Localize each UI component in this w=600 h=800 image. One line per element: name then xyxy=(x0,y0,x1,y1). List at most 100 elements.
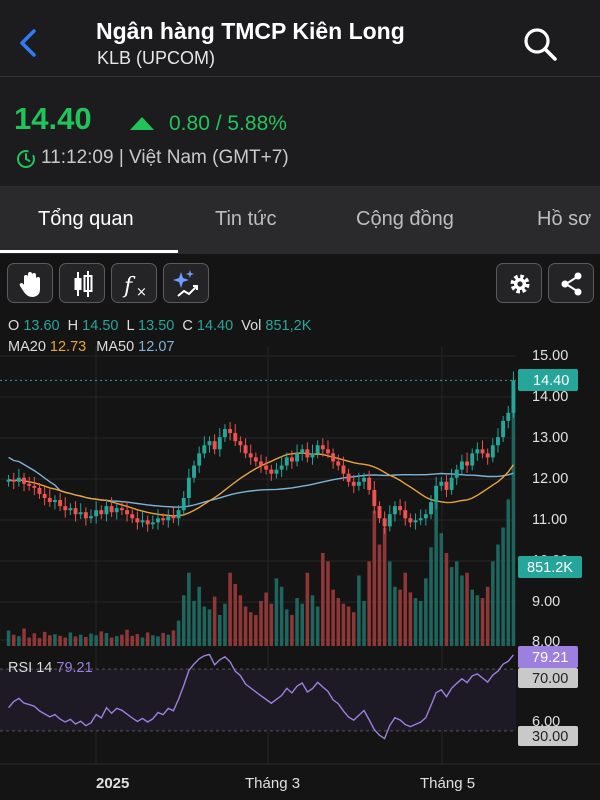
candle-body xyxy=(166,516,171,521)
volume-bar xyxy=(372,510,377,646)
candle-body xyxy=(253,457,258,462)
volume-bar xyxy=(130,635,134,646)
candle-body xyxy=(392,506,397,515)
candle-body xyxy=(42,493,47,498)
candle-body xyxy=(171,516,176,519)
volume-bar xyxy=(418,600,423,646)
volume-bar xyxy=(449,567,454,646)
volume-bar xyxy=(171,630,176,646)
candle-body xyxy=(511,380,516,413)
candle-body xyxy=(68,508,73,511)
volume-bar xyxy=(310,595,315,646)
volume-bar xyxy=(207,609,212,646)
candle-body xyxy=(501,420,506,438)
volume-bar xyxy=(228,572,232,646)
rsi-value-badge-text: 79.21 xyxy=(532,650,568,666)
volume-bar xyxy=(151,635,155,646)
volume-bar xyxy=(63,637,68,646)
volume-bar xyxy=(156,636,160,646)
tab-news[interactable]: Tin tức xyxy=(215,208,277,231)
candle-body xyxy=(506,412,511,421)
price-chart[interactable]: 15.0014.0013.0012.0011.0010.009.008.006.… xyxy=(0,254,600,800)
volume-bar xyxy=(32,633,37,646)
candle-body xyxy=(52,500,57,503)
volume-bar xyxy=(475,595,480,646)
candle-body xyxy=(217,437,222,450)
candle-body xyxy=(475,449,480,454)
volume-bar xyxy=(393,586,397,646)
candle-body xyxy=(73,508,78,515)
volume-bar xyxy=(125,629,129,646)
candle-body xyxy=(104,506,109,515)
last-volume-badge: 851.2K xyxy=(518,556,582,578)
candle-body xyxy=(109,506,114,513)
volume-bar xyxy=(439,533,444,646)
volume-bar xyxy=(269,603,274,646)
candle-body xyxy=(274,469,279,474)
tab-community[interactable]: Cộng đồng xyxy=(356,208,454,231)
volume-bar xyxy=(248,612,253,646)
volume-bar xyxy=(336,598,341,646)
tab-overview[interactable]: Tổng quan xyxy=(38,208,134,231)
rsi-label: RSI 14 xyxy=(8,660,53,676)
candle-body xyxy=(418,518,423,521)
candle-body xyxy=(6,479,11,482)
volume-bar xyxy=(331,589,335,646)
volume-bar xyxy=(326,561,330,646)
candle-body xyxy=(135,518,140,523)
candle-body xyxy=(356,481,361,486)
candle-body xyxy=(367,477,372,490)
volume-bar xyxy=(382,527,387,646)
candle-body xyxy=(346,473,351,482)
volume-bar xyxy=(315,606,320,646)
volume-bar xyxy=(470,589,474,646)
candle-body xyxy=(295,453,300,462)
candle-body xyxy=(99,510,104,515)
candle-body xyxy=(470,453,475,466)
volume-bar xyxy=(223,603,227,646)
volume-bar xyxy=(109,637,114,646)
volume-bar xyxy=(176,620,181,646)
candle-body xyxy=(94,510,99,517)
volume-bar xyxy=(181,595,186,646)
tab-profile[interactable]: Hồ sơ xyxy=(537,208,591,231)
volume-bar xyxy=(491,561,495,646)
candle-body xyxy=(434,485,439,503)
candle-body xyxy=(444,481,449,490)
candle-body xyxy=(58,500,63,507)
volume-bar xyxy=(408,592,413,646)
volume-bar xyxy=(259,600,263,646)
volume-bar xyxy=(78,634,83,646)
candle-body xyxy=(496,437,500,446)
last-price: 14.40 xyxy=(14,101,92,136)
candle-body xyxy=(202,445,207,454)
tab-bar: Tổng quan Tin tức Cộng đồng Hồ sơ xyxy=(0,186,600,254)
y-tick-label: 13.00 xyxy=(532,430,568,446)
candle-body xyxy=(269,469,274,474)
volume-bar xyxy=(42,631,47,646)
candle-body xyxy=(336,461,341,466)
app-header: Ngân hàng TMCP Kiên Long KLB (UPCOM) xyxy=(0,0,600,76)
rsi-upper-badge: 70.00 xyxy=(518,668,578,688)
y-tick-label: 14.00 xyxy=(532,389,568,405)
volume-bar xyxy=(465,572,469,646)
volume-bar xyxy=(305,572,310,646)
volume-bar xyxy=(434,499,438,646)
volume-bar xyxy=(48,635,52,646)
volume-bar xyxy=(68,632,73,646)
volume-bar xyxy=(166,634,171,646)
quote-summary: 14.40 0.80 / 5.88% 11:12:09 | Việt Nam (… xyxy=(0,77,600,185)
candle-body xyxy=(145,520,150,525)
candle-body xyxy=(47,498,52,503)
candle-body xyxy=(408,518,413,523)
candle-body xyxy=(161,518,166,521)
ticker-exchange: KLB (UPCOM) xyxy=(97,48,216,68)
volume-bar xyxy=(202,606,207,646)
candle-body xyxy=(233,433,238,442)
back-arrow-icon[interactable] xyxy=(14,24,44,62)
volume-bar xyxy=(496,544,500,646)
rsi-band xyxy=(0,669,516,731)
volume-bar xyxy=(274,578,279,646)
volume-bar xyxy=(367,561,371,646)
search-icon[interactable] xyxy=(520,24,560,64)
